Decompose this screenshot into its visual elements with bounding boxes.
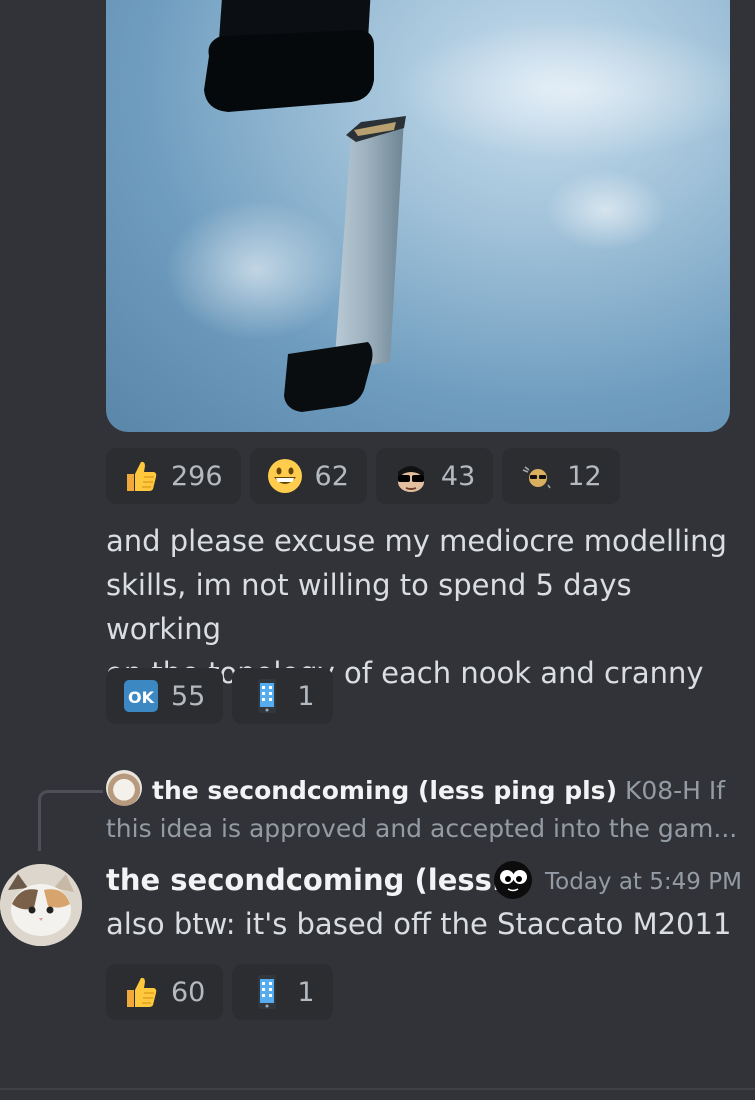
- reaction-count: 43: [440, 460, 476, 492]
- reaction-count: 55: [171, 680, 206, 712]
- reaction-count: 12: [567, 460, 602, 492]
- reaction-count: 60: [171, 976, 206, 1008]
- reaction-ok[interactable]: OK 55: [106, 668, 224, 724]
- googly-eyes-icon: [493, 860, 533, 900]
- reaction-count: 296: [171, 460, 223, 492]
- reaction-bar: 296 62 43 12: [106, 448, 620, 504]
- message-line: skills, im not willing to spend 5 days w…: [106, 568, 632, 646]
- reply-preview-text: K08-H If: [624, 776, 726, 805]
- grinning-face-icon: [267, 458, 303, 494]
- message-timestamp[interactable]: Today at 5:49 PM: [545, 866, 742, 898]
- reply-preview-text: this idea is approved and accepted into …: [106, 814, 738, 843]
- thumbs-up-icon: [123, 458, 159, 494]
- reaction-sunglasses-small[interactable]: 12: [502, 448, 620, 504]
- mobile-phone-icon: [249, 678, 285, 714]
- reaction-count: 1: [297, 680, 315, 712]
- image-attachment[interactable]: [106, 0, 730, 432]
- message-line: and please excuse my mediocre modelling: [106, 524, 727, 558]
- message-text: also btw: it's based off the Staccato M2…: [106, 907, 732, 941]
- avatar: [106, 770, 142, 806]
- reaction-count: 62: [314, 460, 349, 492]
- reaction-grinning[interactable]: 62: [249, 448, 367, 504]
- mobile-phone-icon: [249, 974, 285, 1010]
- reply-reference[interactable]: the secondcoming (less ping pls) K08-H I…: [106, 770, 746, 848]
- ok-button-icon: OK: [123, 678, 159, 714]
- sunglasses-face-icon: [393, 458, 429, 494]
- reaction-bar: OK 55 1: [106, 668, 333, 724]
- reaction-mobile-phone[interactable]: 1: [232, 964, 333, 1020]
- reaction-bar: 60 1: [106, 964, 333, 1020]
- divider: [0, 1088, 755, 1090]
- reaction-thumbs-up[interactable]: 60: [106, 964, 224, 1020]
- reply-connector: [38, 790, 103, 851]
- svg-text:OK: OK: [128, 688, 155, 707]
- reaction-count: 1: [297, 976, 315, 1008]
- reaction-sunglasses[interactable]: 43: [375, 448, 494, 504]
- sunglasses-small-icon: [519, 458, 555, 494]
- reaction-mobile-phone[interactable]: 1: [232, 668, 333, 724]
- thumbs-up-icon: [123, 974, 159, 1010]
- avatar[interactable]: [0, 864, 82, 946]
- reaction-thumbs-up[interactable]: 296: [106, 448, 241, 504]
- reply-author-name[interactable]: the secondcoming (less ping pls): [152, 776, 617, 805]
- message-author-name[interactable]: the secondcoming (less...: [106, 860, 525, 900]
